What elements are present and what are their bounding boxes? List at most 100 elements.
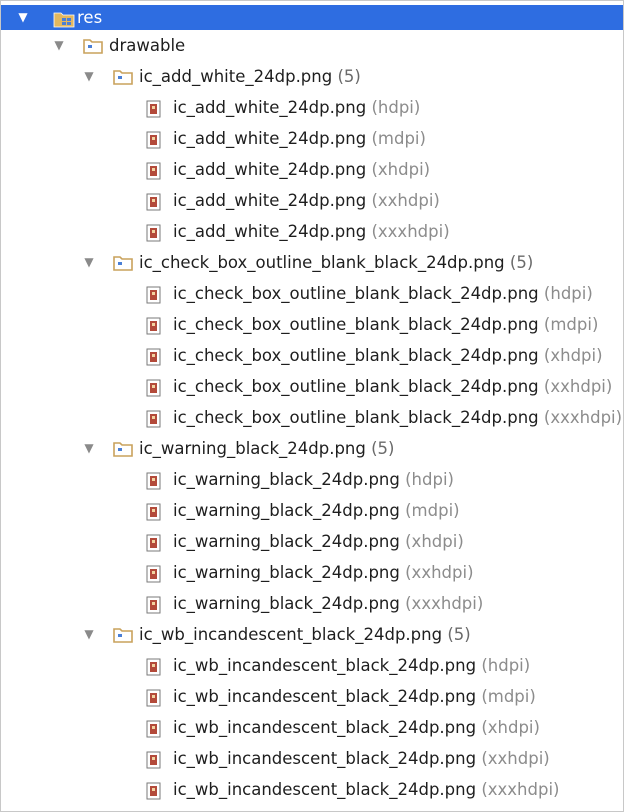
tree-node-image-group[interactable]: ▼ ic_add_white_24dp.png (5) [1,61,623,92]
tree-node-image-file[interactable]: ic_add_white_24dp.png (xxxhdpi) [1,216,623,247]
file-name: ic_wb_incandescent_black_24dp.png [173,687,477,706]
image-file-icon [145,658,165,675]
project-tree[interactable]: ▼ res ▼ drawable ▼ ic_add_white_24dp.png… [0,0,624,812]
file-name: ic_wb_incandescent_black_24dp.png [173,718,477,737]
image-file-icon [145,193,165,210]
density-qualifier: (xxhdpi) [405,563,474,582]
density-qualifier: (xxxhdpi) [543,408,623,427]
image-file-icon [145,720,165,737]
tree-node-image-file[interactable]: ic_check_box_outline_blank_black_24dp.pn… [1,278,623,309]
density-qualifier: (xxhdpi) [481,749,550,768]
tree-node-image-file[interactable]: ic_add_white_24dp.png (xhdpi) [1,154,623,185]
file-name: ic_add_white_24dp.png [173,129,367,148]
folder-icon [83,38,103,54]
expand-arrow-icon[interactable]: ▼ [81,433,97,464]
image-file-icon [145,596,165,613]
tree-node-label: drawable [109,36,186,55]
density-qualifier: (hdpi) [371,98,421,117]
tree-node-label: ic_add_white_24dp.png (mdpi) [173,123,426,154]
folder-icon [113,255,133,271]
expand-arrow-icon[interactable]: ▼ [51,30,67,61]
group-count: (5) [447,625,471,644]
image-file-icon [145,379,165,396]
image-file-icon [145,162,165,179]
image-file-icon [145,286,165,303]
expand-arrow-icon[interactable]: ▼ [81,247,97,278]
tree-node-res[interactable]: ▼ res [1,5,623,30]
tree-node-label: ic_check_box_outline_blank_black_24dp.pn… [173,402,622,433]
density-qualifier: (mdpi) [543,315,599,334]
density-qualifier: (xxhdpi) [371,191,440,210]
tree-node-label: ic_check_box_outline_blank_black_24dp.pn… [173,309,598,340]
tree-node-image-file[interactable]: ic_add_white_24dp.png (mdpi) [1,123,623,154]
file-name: ic_warning_black_24dp.png [173,470,400,489]
tree-node-image-file[interactable]: ic_warning_black_24dp.png (xhdpi) [1,526,623,557]
tree-node-image-file[interactable]: ic_check_box_outline_blank_black_24dp.pn… [1,309,623,340]
density-qualifier: (xhdpi) [543,346,603,365]
density-qualifier: (mdpi) [481,687,536,706]
file-name: ic_check_box_outline_blank_black_24dp.pn… [173,315,539,334]
tree-node-label: ic_warning_black_24dp.png (xxhdpi) [173,557,474,588]
tree-node-label: ic_wb_incandescent_black_24dp.png (5) [139,619,471,650]
tree-node-image-file[interactable]: ic_wb_incandescent_black_24dp.png (xxhdp… [1,743,623,774]
file-name: ic_wb_incandescent_black_24dp.png [173,780,477,799]
tree-node-image-group[interactable]: ▼ ic_warning_black_24dp.png (5) [1,433,623,464]
tree-node-label: ic_add_white_24dp.png (xhdpi) [173,154,430,185]
tree-node-image-file[interactable]: ic_wb_incandescent_black_24dp.png (hdpi) [1,650,623,681]
group-name: ic_wb_incandescent_black_24dp.png [139,625,443,644]
density-qualifier: (xhdpi) [481,718,540,737]
file-name: ic_add_white_24dp.png [173,222,367,241]
density-qualifier: (xxxhdpi) [481,780,560,799]
file-name: ic_warning_black_24dp.png [173,563,400,582]
file-name: ic_check_box_outline_blank_black_24dp.pn… [173,346,539,365]
file-name: ic_warning_black_24dp.png [173,501,400,520]
density-qualifier: (hdpi) [543,284,593,303]
image-file-icon [145,782,165,799]
file-name: ic_warning_black_24dp.png [173,532,400,551]
density-qualifier: (mdpi) [371,129,426,148]
group-name: ic_add_white_24dp.png [139,67,333,86]
tree-node-image-file[interactable]: ic_add_white_24dp.png (xxhdpi) [1,185,623,216]
tree-node-image-group[interactable]: ▼ ic_check_box_outline_blank_black_24dp.… [1,247,623,278]
group-name: ic_warning_black_24dp.png [139,439,366,458]
image-file-icon [145,565,165,582]
file-name: ic_add_white_24dp.png [173,98,367,117]
tree-node-label: ic_add_white_24dp.png (hdpi) [173,92,420,123]
image-file-icon [145,689,165,706]
tree-node-image-file[interactable]: ic_wb_incandescent_black_24dp.png (xxxhd… [1,774,623,805]
tree-node-label: ic_wb_incandescent_black_24dp.png (xxxhd… [173,774,560,805]
group-name: ic_check_box_outline_blank_black_24dp.pn… [139,253,505,272]
tree-node-label: res [77,8,103,27]
image-file-icon [145,472,165,489]
image-file-icon [145,100,165,117]
tree-node-image-file[interactable]: ic_wb_incandescent_black_24dp.png (xhdpi… [1,712,623,743]
folder-icon [113,441,133,457]
tree-node-label: ic_check_box_outline_blank_black_24dp.pn… [173,340,603,371]
tree-node-image-file[interactable]: ic_wb_incandescent_black_24dp.png (mdpi) [1,681,623,712]
density-qualifier: (xxhdpi) [543,377,613,396]
file-name: ic_warning_black_24dp.png [173,594,400,613]
tree-node-image-file[interactable]: ic_add_white_24dp.png (hdpi) [1,92,623,123]
file-name: ic_wb_incandescent_black_24dp.png [173,656,477,675]
expand-arrow-icon[interactable]: ▼ [81,619,97,650]
tree-node-image-file[interactable]: ic_check_box_outline_blank_black_24dp.pn… [1,340,623,371]
tree-node-image-group[interactable]: ▼ ic_wb_incandescent_black_24dp.png (5) [1,619,623,650]
tree-node-label: ic_add_white_24dp.png (5) [139,61,361,92]
tree-node-image-file[interactable]: ic_check_box_outline_blank_black_24dp.pn… [1,371,623,402]
density-qualifier: (mdpi) [405,501,460,520]
tree-node-label: ic_warning_black_24dp.png (5) [139,433,395,464]
image-file-icon [145,534,165,551]
image-file-icon [145,317,165,334]
tree-node-label: ic_check_box_outline_blank_black_24dp.pn… [139,247,533,278]
tree-node-image-file[interactable]: ic_warning_black_24dp.png (xxxhdpi) [1,588,623,619]
tree-node-label: ic_warning_black_24dp.png (xxxhdpi) [173,588,483,619]
expand-arrow-icon[interactable]: ▼ [81,61,97,92]
tree-node-drawable[interactable]: ▼ drawable [1,30,623,61]
density-qualifier: (xxxhdpi) [371,222,450,241]
tree-node-image-file[interactable]: ic_check_box_outline_blank_black_24dp.pn… [1,402,623,433]
tree-node-image-file[interactable]: ic_warning_black_24dp.png (xxhdpi) [1,557,623,588]
tree-node-image-file[interactable]: ic_warning_black_24dp.png (hdpi) [1,464,623,495]
tree-node-image-file[interactable]: ic_warning_black_24dp.png (mdpi) [1,495,623,526]
expand-arrow-icon[interactable]: ▼ [15,5,31,30]
file-name: ic_wb_incandescent_black_24dp.png [173,749,477,768]
